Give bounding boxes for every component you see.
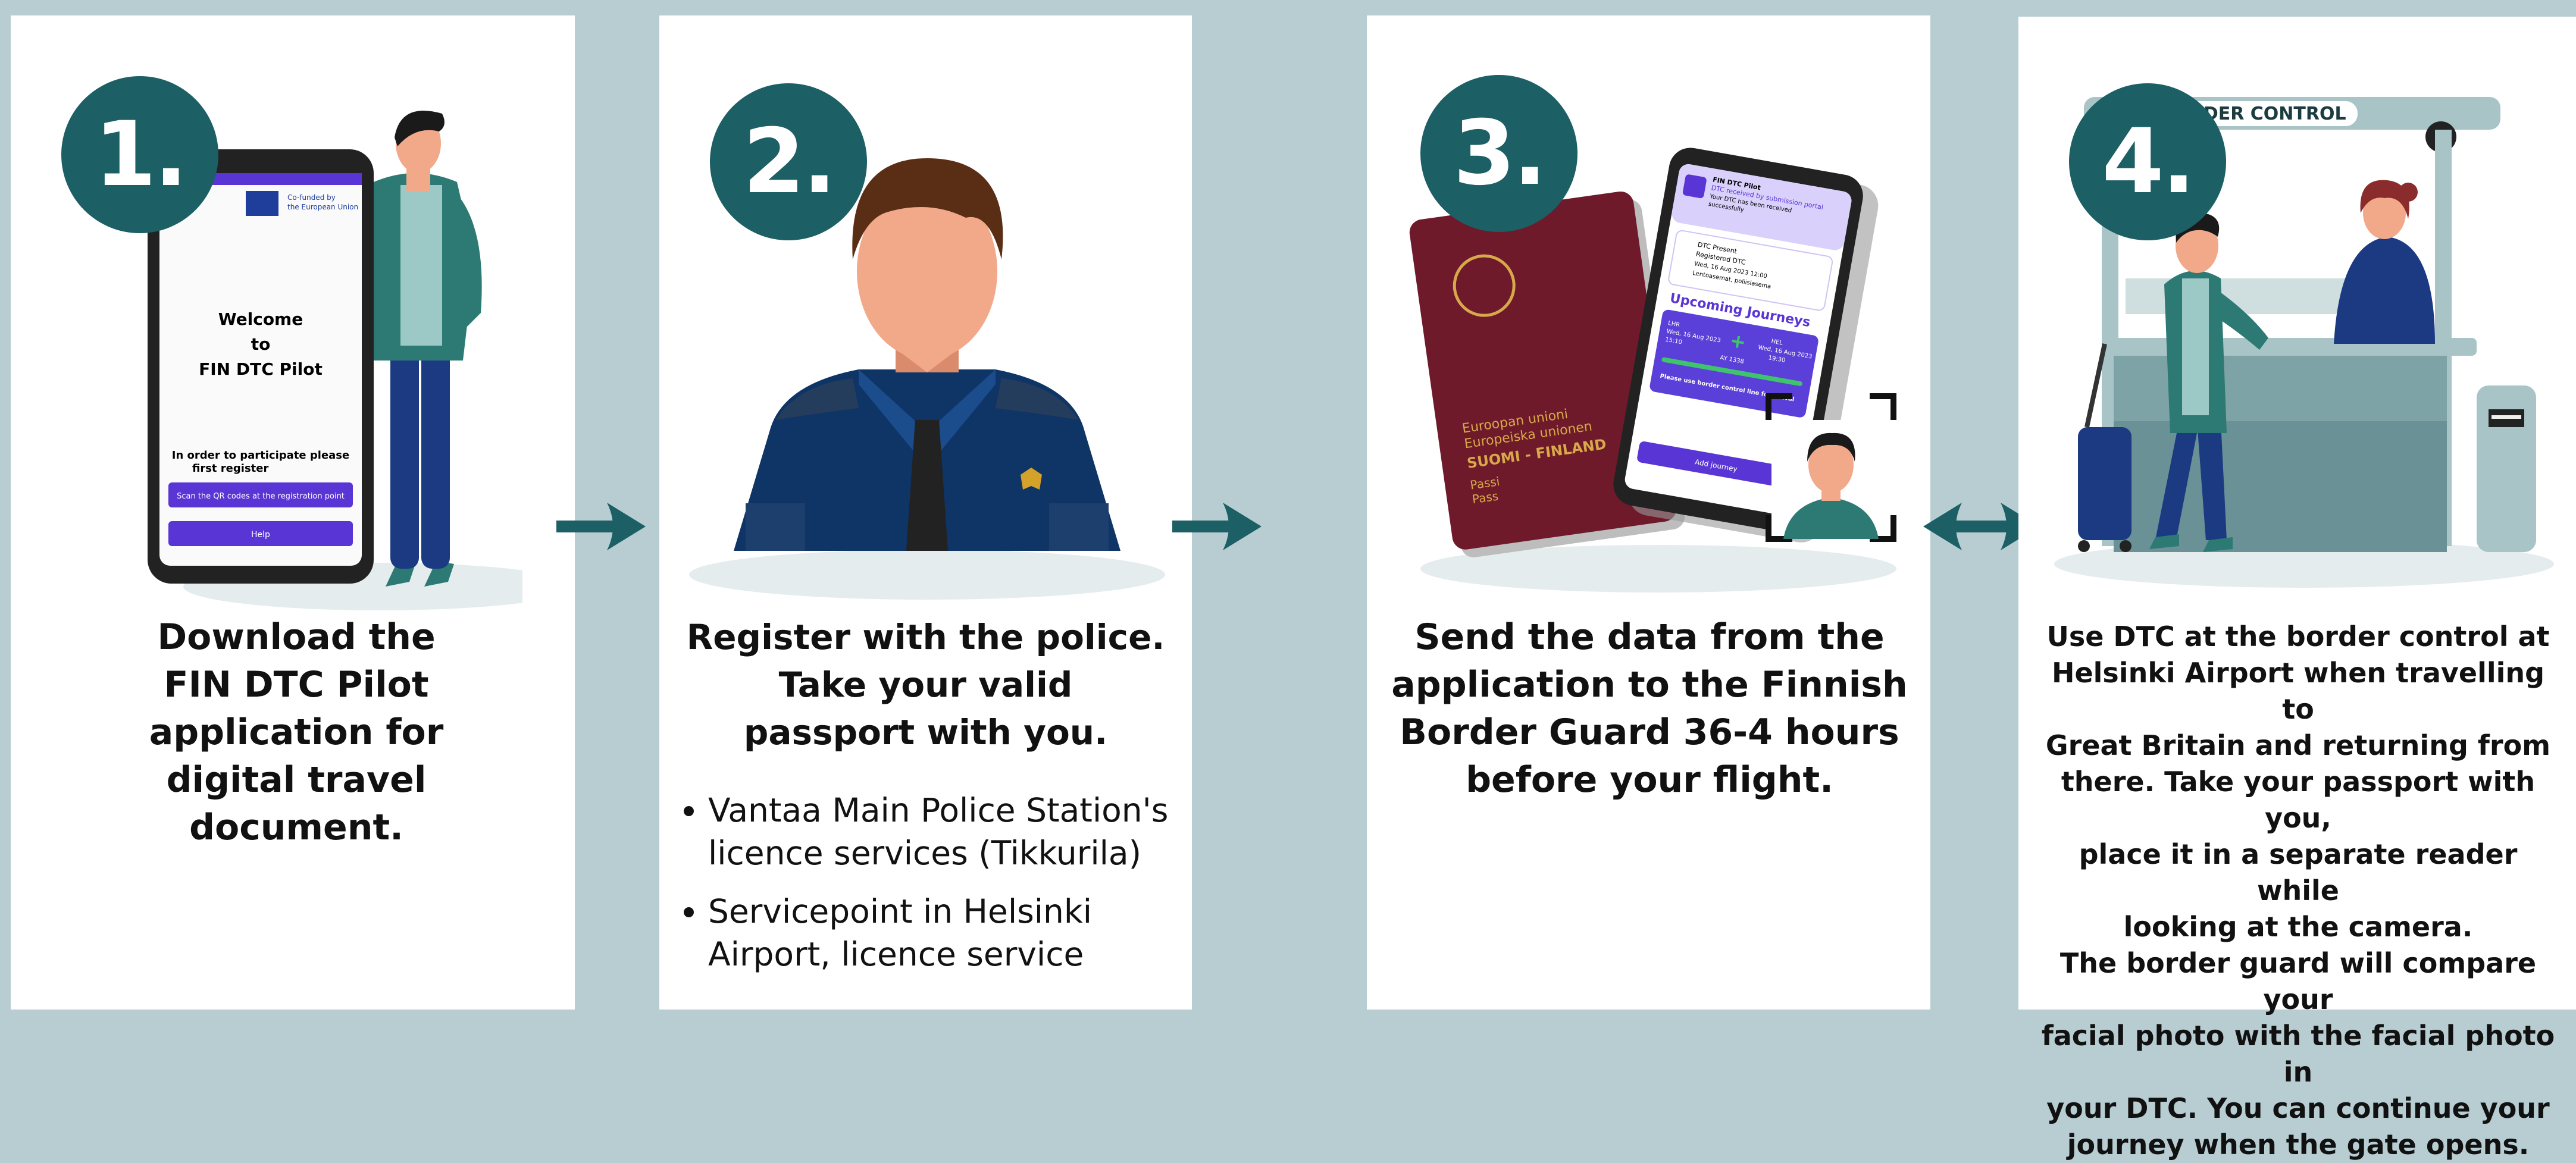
caption-line: before your flight. <box>1466 759 1833 801</box>
border-guard-figure <box>2334 180 2435 344</box>
caption-line: Register with the police. <box>686 617 1165 657</box>
caption-line: Great Britain and returning from <box>2045 729 2551 761</box>
help-button-label: Help <box>251 530 270 540</box>
caption-line: document. <box>189 807 403 848</box>
caption-line: your DTC. You can continue your <box>2046 1092 2550 1124</box>
step-2-panel: 2. Register with the police. Take your v… <box>659 15 1192 1010</box>
caption-line: looking at the camera. <box>2123 911 2473 943</box>
caption-line: journey when the gate opens. <box>2067 1128 2530 1161</box>
caption-line: facial photo with the facial photo in <box>2041 1020 2555 1088</box>
step-number-1: 1. <box>61 76 218 233</box>
caption-line: Helsinki Airport when travelling to <box>2051 657 2545 725</box>
suitcase-icon <box>2078 427 2131 540</box>
man-figure <box>362 111 482 587</box>
welcome-text: FIN DTC Pilot <box>199 359 323 379</box>
cofunded-label: Co-funded by <box>287 193 336 202</box>
right-arrow-icon <box>556 503 646 550</box>
welcome-text: to <box>251 334 271 354</box>
caption-line: Use DTC at the border control at <box>2046 620 2550 653</box>
caption-line: Border Guard 36-4 hours <box>1400 711 1899 753</box>
step-number-4: 4. <box>2069 83 2226 240</box>
caption-line: application for <box>149 711 444 753</box>
caption-line: Take your valid <box>778 664 1073 705</box>
step-2-caption: Register with the police. Take your vali… <box>671 613 1180 756</box>
caption-line: passport with you. <box>743 712 1108 753</box>
step-3-panel: Euroopan unioni Europeiska unionen SUOMI… <box>1367 15 1930 1010</box>
list-item: Vantaa Main Police Station'slicence serv… <box>708 789 1202 874</box>
scan-qr-button-label: Scan the QR codes at the registration po… <box>177 492 345 501</box>
step-1-caption: Download the FIN DTC Pilot application f… <box>58 613 534 851</box>
step-4-panel: BORDER CONTROL 4. Use DTC at the border … <box>2018 17 2576 1161</box>
step-3-caption: Send the data from the application to th… <box>1391 613 1908 804</box>
step-number-2: 2. <box>710 83 867 240</box>
cofunded-label: the European Union <box>287 203 358 211</box>
list-item: Servicepoint in HelsinkiAirport, licence… <box>708 890 1202 976</box>
caption-line: Download the <box>157 616 436 658</box>
register-text: first register <box>192 462 268 475</box>
caption-line: there. Take your passport with you, <box>2061 766 2536 834</box>
caption-line: application to the Finnish <box>1391 664 1908 706</box>
step-4-caption: Use DTC at the border control at Helsink… <box>2033 619 2563 1163</box>
step-1-panel: Co-funded by the European Union Welcome … <box>11 15 575 1010</box>
right-arrow-icon <box>1172 503 1262 550</box>
caption-line: Send the data from the <box>1414 616 1885 658</box>
caption-line: The border guard will compare your <box>2059 947 2537 1015</box>
caption-line: digital travel <box>166 759 427 801</box>
register-text: In order to participate please <box>172 449 349 462</box>
caption-line: place it in a separate reader while <box>2079 838 2518 907</box>
registration-locations-list: Vantaa Main Police Station'slicence serv… <box>677 789 1202 991</box>
step-number-3: 3. <box>1420 75 1577 232</box>
welcome-text: Welcome <box>218 309 303 329</box>
caption-line: FIN DTC Pilot <box>164 664 429 706</box>
